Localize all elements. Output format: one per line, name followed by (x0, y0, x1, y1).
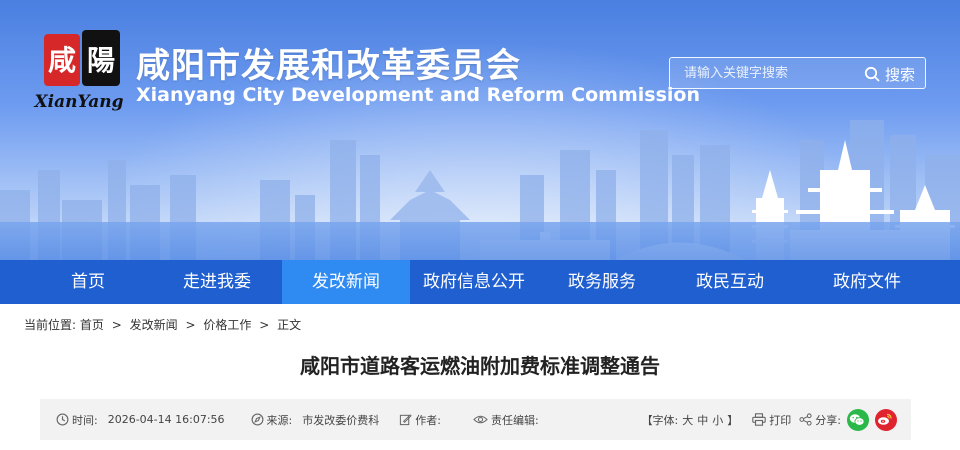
font-size-suffix: 】 (727, 413, 739, 427)
search-box: 搜索 (669, 57, 926, 89)
breadcrumb-price-work[interactable]: 价格工作 (203, 318, 251, 332)
font-size-control: 【字体: 大 中 小 】 (640, 412, 741, 428)
share: 分享: (799, 408, 897, 431)
nav-item-home[interactable]: 首页 (0, 260, 152, 304)
font-size-prefix: 【字体: (641, 413, 679, 427)
printer-icon (752, 413, 767, 426)
share-icon (799, 413, 812, 426)
breadcrumb-home[interactable]: 首页 (80, 318, 104, 332)
compass-icon (251, 413, 263, 426)
author: 作者: (399, 412, 441, 428)
font-size-small[interactable]: 小 (712, 412, 723, 428)
svg-text:陽: 陽 (87, 44, 115, 77)
nav-item-news[interactable]: 发改新闻 (282, 260, 410, 304)
header-banner: 咸 陽 XianYang 咸阳市发展和改革委员会 Xianyang City D… (0, 0, 960, 260)
nav-item-documents[interactable]: 政府文件 (794, 260, 960, 304)
edit-icon (400, 414, 412, 426)
source-value: 市发改委价费科 (302, 413, 380, 427)
font-size-large[interactable]: 大 (682, 412, 693, 428)
article-tools: 【字体: 大 中 小 】 打印 分享: (640, 408, 911, 431)
font-size-medium[interactable]: 中 (697, 412, 708, 428)
svg-text:咸: 咸 (48, 44, 76, 77)
breadcrumb-current: 正文 (277, 318, 302, 332)
nav-item-services[interactable]: 政务服务 (538, 260, 666, 304)
nav-item-interaction[interactable]: 政民互动 (666, 260, 794, 304)
breadcrumb-separator: > (111, 318, 122, 332)
site-logo[interactable]: 咸 陽 XianYang (24, 28, 134, 118)
time-label: 时间: (72, 413, 98, 427)
breadcrumb-separator: > (259, 318, 270, 332)
breadcrumb: 当前位置: 首页 > 发改新闻 > 价格工作 > 正文 (24, 316, 301, 333)
share-label: 分享: (815, 413, 841, 427)
author-label: 作者: (415, 413, 441, 427)
nav-item-info-disclosure[interactable]: 政府信息公开 (410, 260, 538, 304)
search-icon (864, 66, 880, 82)
source: 来源: 市发改委价费科 (251, 412, 380, 428)
time-value: 2026-04-14 16:07:56 (107, 413, 225, 426)
logo-seal-icon: 咸 陽 (44, 30, 120, 86)
source-label: 来源: (266, 413, 293, 427)
site-title-english: Xianyang City Development and Reform Com… (136, 84, 700, 106)
nav-item-about[interactable]: 走进我委 (152, 260, 282, 304)
breadcrumb-prefix: 当前位置: (24, 318, 77, 332)
wechat-icon (849, 413, 864, 426)
breadcrumb-separator: > (185, 318, 196, 332)
editor: 责任编辑: (473, 412, 539, 428)
print-button[interactable]: 打印 (752, 412, 791, 428)
search-input[interactable] (670, 58, 850, 88)
article-meta-bar: 时间: 2026-04-14 16:07:56 来源: 市发改委价费科 作者: … (40, 399, 911, 440)
river-band (0, 222, 960, 260)
article-title: 咸阳市道路客运燃油附加费标准调整通告 (300, 354, 660, 378)
main-nav: 首页 走进我委 发改新闻 政府信息公开 政务服务 政民互动 政府文件 (0, 260, 960, 304)
wechat-share-button[interactable] (847, 408, 869, 431)
search-button-label: 搜索 (884, 65, 915, 84)
site-title: 咸阳市发展和改革委员会 (136, 46, 521, 86)
logo-subtitle: XianYang (34, 92, 124, 112)
clock-icon (56, 413, 69, 426)
editor-label: 责任编辑: (490, 413, 539, 427)
publish-time: 时间: 2026-04-14 16:07:56 (56, 412, 225, 428)
breadcrumb-news[interactable]: 发改新闻 (130, 318, 178, 332)
eye-icon (473, 415, 488, 424)
search-button[interactable]: 搜索 (864, 63, 915, 85)
weibo-icon (878, 413, 892, 425)
print-label: 打印 (769, 413, 792, 427)
weibo-share-button[interactable] (875, 408, 897, 431)
